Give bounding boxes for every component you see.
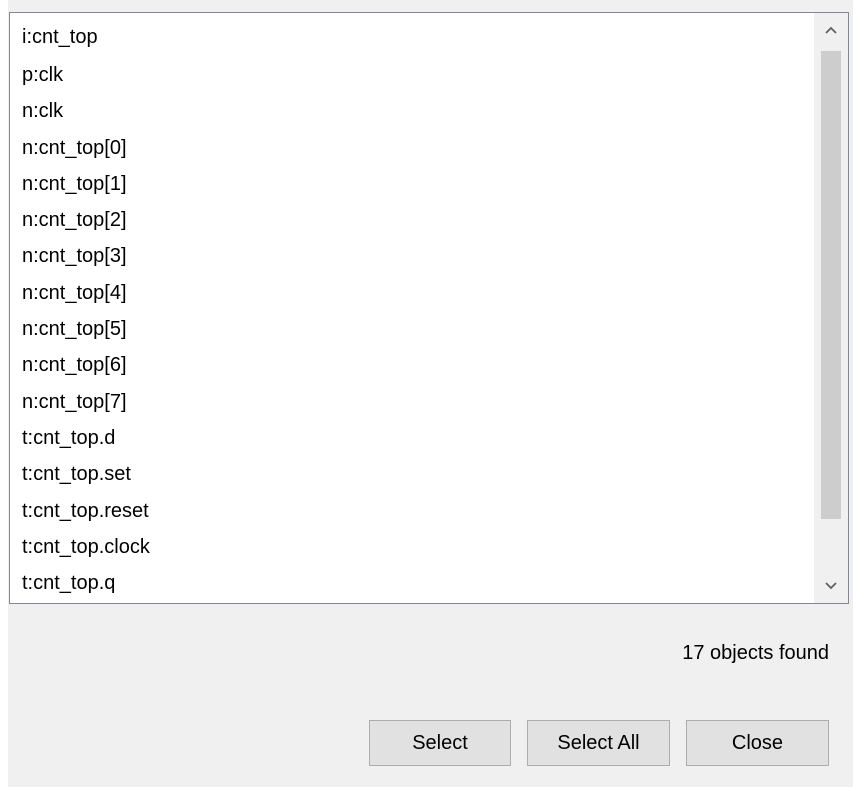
select-button[interactable]: Select: [369, 720, 511, 766]
list-item[interactable]: n:clk: [10, 93, 814, 129]
list-item[interactable]: n:cnt_top[3]: [10, 238, 814, 274]
chevron-down-icon[interactable]: [814, 569, 848, 603]
list-item[interactable]: t:cnt_top.reset: [10, 493, 814, 529]
list-item[interactable]: i:cnt_top: [10, 13, 814, 57]
list-item[interactable]: p:clk: [10, 57, 814, 93]
list-item[interactable]: t:cnt_top.set: [10, 456, 814, 492]
objects-found-status: 17 objects found: [682, 642, 829, 664]
list-item[interactable]: n:cnt_top[2]: [10, 202, 814, 238]
list-item[interactable]: n:cnt_top[5]: [10, 311, 814, 347]
list-item[interactable]: n:cnt_top[0]: [10, 130, 814, 166]
close-button[interactable]: Close: [686, 720, 829, 766]
object-list: i:cnt_top p:clk n:clk n:cnt_top[0] n:cnt…: [10, 13, 814, 603]
list-item[interactable]: n:cnt_top[6]: [10, 347, 814, 383]
object-finder-dialog: i:cnt_top p:clk n:clk n:cnt_top[0] n:cnt…: [8, 0, 853, 787]
chevron-up-icon[interactable]: [814, 13, 848, 47]
object-listbox[interactable]: i:cnt_top p:clk n:clk n:cnt_top[0] n:cnt…: [9, 12, 849, 604]
list-item[interactable]: n:cnt_top[4]: [10, 275, 814, 311]
scroll-thumb[interactable]: [821, 51, 841, 519]
list-item[interactable]: n:cnt_top[7]: [10, 384, 814, 420]
list-item[interactable]: t:cnt_top.q: [10, 565, 814, 601]
select-all-button[interactable]: Select All: [527, 720, 670, 766]
list-item[interactable]: n:cnt_top[1]: [10, 166, 814, 202]
list-item[interactable]: t:cnt_top.d: [10, 420, 814, 456]
vertical-scrollbar[interactable]: [814, 13, 848, 603]
list-item[interactable]: t:cnt_top.clock: [10, 529, 814, 565]
